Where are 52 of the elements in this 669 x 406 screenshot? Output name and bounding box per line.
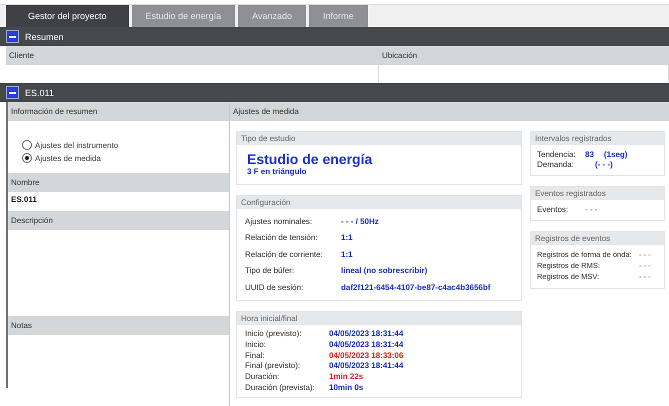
- section-title: ES.011: [25, 88, 54, 98]
- time-value: 04/05/2023 18:31:44: [329, 340, 404, 350]
- collapse-button[interactable]: [6, 86, 19, 99]
- panel-title: Eventos registrados: [531, 187, 664, 200]
- section-title: Resumen: [25, 32, 64, 42]
- field-label: Tendencia:: [537, 150, 577, 158]
- field-label: Final:: [245, 350, 266, 360]
- field-label: Relación de tensión:: [245, 233, 318, 242]
- field-label: Tipo de búfer:: [245, 266, 296, 276]
- time-value: 10min 0s: [329, 382, 364, 392]
- field-label: UUID de sesión:: [245, 282, 304, 292]
- field-label: Demanda:: [537, 160, 575, 168]
- name-value: ES.011: [10, 194, 38, 206]
- field-value: 83: [585, 150, 594, 158]
- field-value: 1:1: [341, 250, 354, 259]
- field-label: Eventos:: [537, 204, 570, 214]
- section-header: Ajustes de medida: [230, 102, 669, 121]
- column-header: Ubicación: [381, 51, 418, 60]
- field-value: daf2f121-6454-4107-be87-c4ac4b3656bf: [341, 282, 492, 292]
- section-header: Información de resumen: [8, 102, 229, 121]
- tab[interactable]: Gestor del proyecto: [6, 5, 129, 27]
- field-label: Duración (prevista):: [245, 382, 316, 392]
- field-label: Nombre: [8, 173, 229, 192]
- time-value: 04/05/2023 18:33:06: [329, 350, 404, 360]
- panel-title: Tipo de estudio: [237, 132, 521, 145]
- field-label: Descripción: [8, 211, 229, 230]
- time-value: 04/05/2023 18:31:44: [329, 329, 404, 338]
- field-label: Inicio:: [245, 340, 267, 350]
- field-label: Ajustes nominales:: [245, 216, 314, 226]
- field-value: lineal (no sobrescribir): [341, 266, 428, 276]
- study-name: Estudio de energía: [246, 150, 374, 167]
- field-value: - - - / 50Hz: [341, 216, 380, 226]
- field-value: - - -: [585, 204, 598, 214]
- panel-title: Configuración: [237, 196, 521, 209]
- panel-title: Intervalos registrados: [531, 132, 664, 145]
- time-value: 04/05/2023 18:41:44: [329, 361, 404, 370]
- field-label: Inicio (previsto):: [245, 329, 302, 338]
- collapse-button[interactable]: [6, 30, 19, 43]
- field-value: (- - -): [595, 160, 613, 168]
- panel-title: Registros de eventos: [531, 232, 664, 245]
- field-value: 1:1: [341, 233, 354, 242]
- study-subtitle: 3 F en triángulo: [246, 167, 308, 178]
- column-header: Cliente: [8, 51, 35, 60]
- field-label: Notas: [8, 316, 229, 335]
- radio-option[interactable]: Ajustes del instrumento: [22, 140, 229, 150]
- field-label: Relación de corriente:: [245, 250, 324, 259]
- field-label: Final (previsto):: [245, 361, 302, 370]
- radio-option[interactable]: Ajustes de medida: [22, 153, 229, 163]
- panel-title: Hora inicial/final: [237, 312, 521, 324]
- time-value: 1min 22s: [329, 372, 364, 382]
- field-value: (1seg): [604, 150, 628, 158]
- field-label: Duración:: [245, 372, 280, 382]
